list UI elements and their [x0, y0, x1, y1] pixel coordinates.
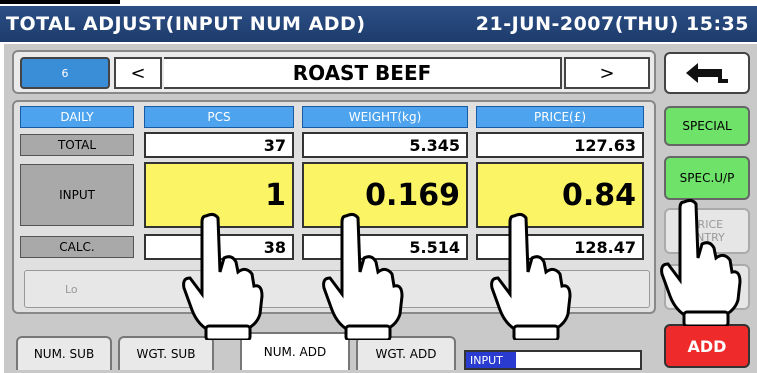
title-bar: TOTAL ADJUST(INPUT NUM ADD) 21-JUN-2007(… — [0, 6, 757, 42]
back-button[interactable] — [664, 52, 750, 94]
pointing-hand-icon — [182, 212, 264, 340]
pointing-hand-icon — [660, 198, 742, 326]
item-number[interactable]: 6 — [20, 57, 110, 89]
row-label-input: INPUT — [20, 164, 134, 226]
prev-item-button[interactable]: < — [114, 57, 162, 89]
input-indicator-label: INPUT — [466, 352, 516, 368]
input-indicator: INPUT — [464, 350, 642, 370]
item-name: ROAST BEEF — [164, 57, 562, 89]
pointing-hand-icon — [322, 212, 404, 340]
screen-title: TOTAL ADJUST(INPUT NUM ADD) — [6, 13, 366, 35]
lock-label: Lo — [65, 282, 78, 296]
total-pcs: 37 — [144, 132, 294, 158]
date-time: 21-JUN-2007(THU) 15:35 — [475, 13, 749, 35]
total-weight: 5.345 — [302, 132, 468, 158]
return-arrow-icon — [686, 63, 728, 83]
tab-num-sub[interactable]: NUM. SUB — [16, 336, 112, 370]
total-price: 127.63 — [476, 132, 644, 158]
add-button[interactable]: ADD — [664, 324, 750, 368]
col-header-pcs: PCS — [144, 106, 294, 128]
col-header-weight: WEIGHT(kg) — [302, 106, 468, 128]
special-button[interactable]: SPECIAL — [664, 106, 750, 146]
next-item-button[interactable]: > — [564, 57, 650, 89]
spec-unit-price-button[interactable]: SPEC.U/P — [664, 156, 750, 200]
tab-wgt-sub[interactable]: WGT. SUB — [118, 336, 214, 370]
pointing-hand-icon — [490, 212, 572, 340]
row-label-total: TOTAL — [20, 134, 134, 156]
tab-wgt-add[interactable]: WGT. ADD — [356, 336, 456, 370]
col-header-price: PRICE(£) — [476, 106, 644, 128]
item-selector: 6 < ROAST BEEF > — [12, 50, 656, 94]
row-label-calc: CALC. — [20, 236, 134, 258]
col-header-daily: DAILY — [20, 106, 134, 128]
